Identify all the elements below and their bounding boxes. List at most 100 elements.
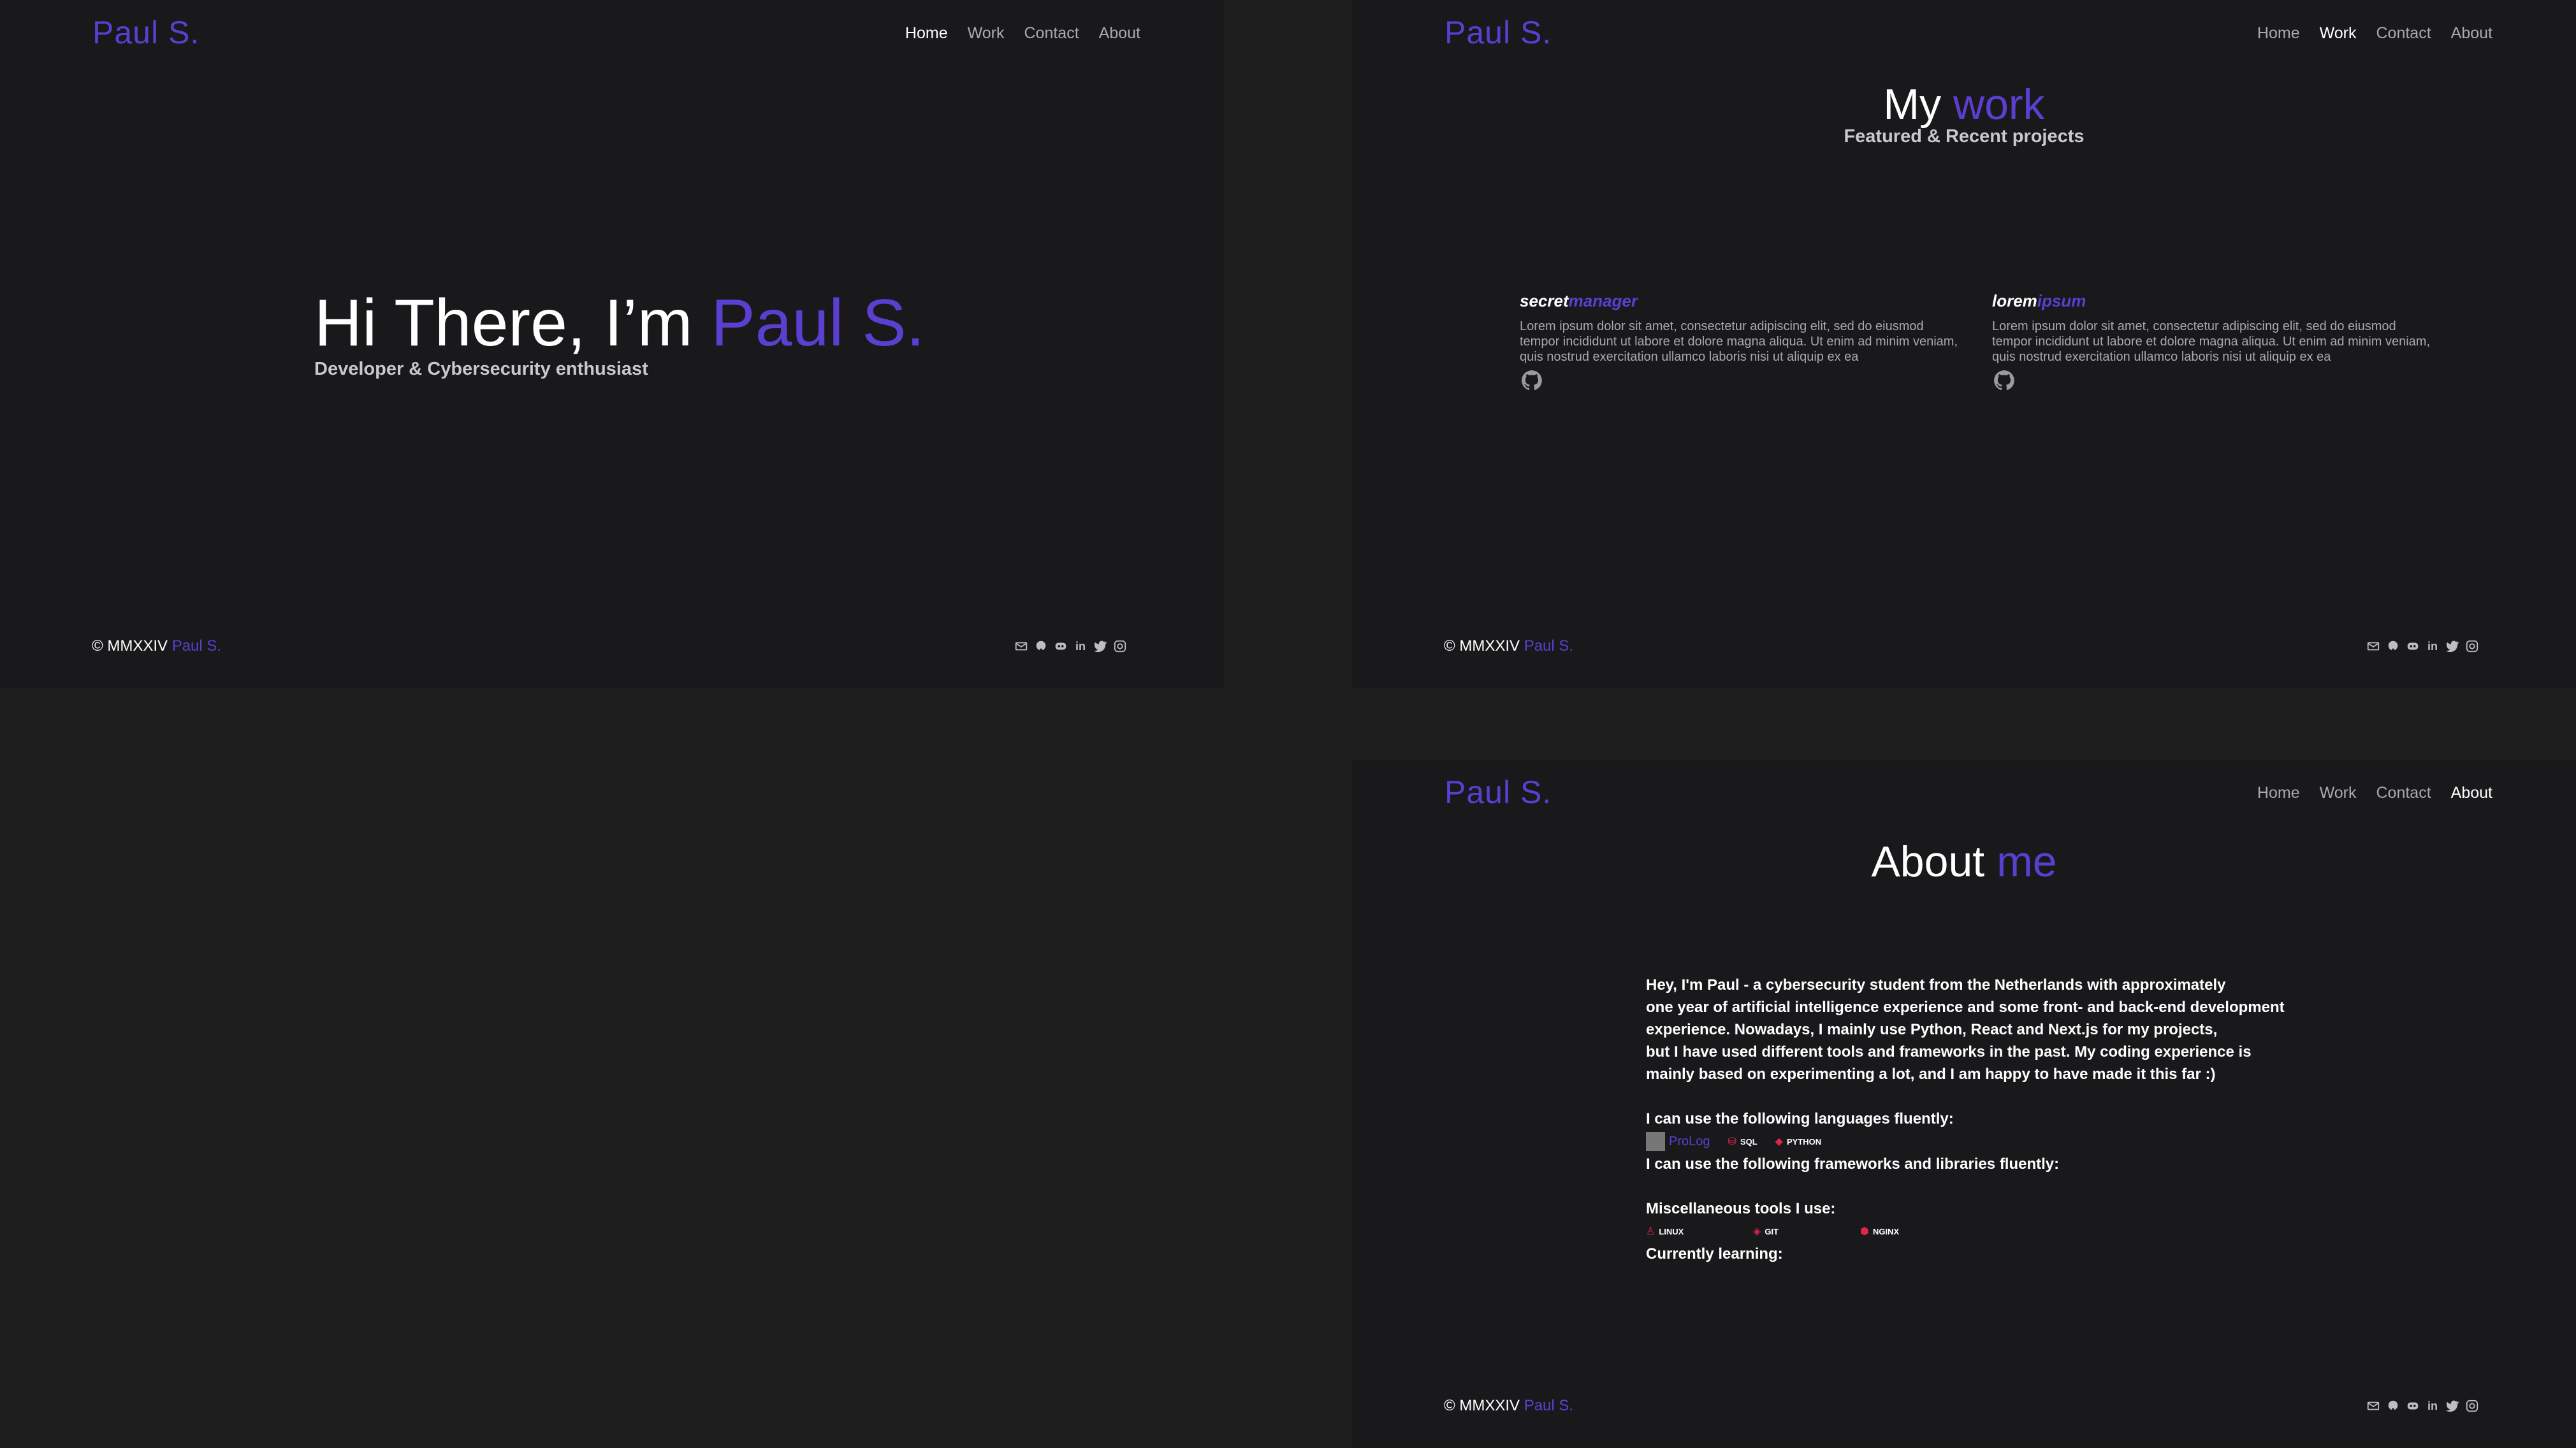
badge-label: LINUX	[1659, 1226, 1684, 1236]
bio-line: mainly based on experimenting a lot, and…	[1646, 1066, 2216, 1083]
languages-heading: I can use the following languages fluent…	[1646, 1110, 1954, 1127]
twitter-icon[interactable]	[2445, 639, 2459, 653]
learning-heading: Currently learning:	[1646, 1245, 1783, 1263]
nav-home[interactable]: Home	[2257, 784, 2300, 802]
nav-home[interactable]: Home	[905, 24, 948, 43]
bio-line: one year of artificial intelligence expe…	[1646, 999, 2285, 1016]
work-title: My work	[1352, 80, 2576, 129]
about-title: About me	[1352, 837, 2576, 886]
work-subtitle: Featured & Recent projects	[1844, 126, 2085, 147]
nav-about[interactable]: About	[1099, 24, 1140, 43]
linux-icon: ♙	[1646, 1226, 1655, 1237]
home-page-panel: Paul S. Home Work Contact About Hi There…	[0, 0, 1224, 688]
about-header: About me	[1352, 837, 2576, 886]
tool-badge: ⬢ NGINX	[1860, 1220, 1899, 1243]
discord-icon[interactable]	[2406, 639, 2420, 653]
badge-label: PYTHON	[1786, 1136, 1822, 1147]
about-page-panel: Paul S. Home Work Contact About About me…	[1352, 760, 2576, 1448]
about-title-prefix: About	[1871, 837, 1985, 886]
hero-prefix: Hi There, I’m	[314, 286, 693, 360]
badge-label: NGINX	[1872, 1226, 1900, 1236]
nav-work[interactable]: Work	[2320, 24, 2357, 43]
badge-label: SQL	[1740, 1136, 1757, 1147]
language-badge: ◆ PYTHON	[1775, 1131, 1821, 1153]
project-title[interactable]: secretmanager	[1520, 291, 1960, 311]
github-icon[interactable]	[2386, 639, 2400, 653]
project-title-accent: manager	[1568, 291, 1638, 310]
project-title[interactable]: loremipsum	[1992, 291, 2432, 311]
social-links: in	[2366, 1399, 2479, 1413]
nav-work[interactable]: Work	[968, 24, 1005, 43]
project-card: loremipsum Lorem ipsum dolor sit amet, c…	[1992, 291, 2432, 393]
work-page-panel: Paul S. Home Work Contact About My work …	[1352, 0, 2576, 688]
languages-badges: ProLog ⛁ SQL ◆ PYTHON	[1646, 1130, 2334, 1153]
linkedin-icon[interactable]: in	[2426, 639, 2440, 653]
linkedin-icon[interactable]: in	[1073, 639, 1088, 653]
twitter-icon[interactable]	[2445, 1399, 2459, 1413]
language-badge: ProLog	[1646, 1131, 1710, 1153]
about-content: Hey, I'm Paul - a cybersecurity student …	[1646, 974, 2334, 1265]
nginx-icon: ⬢	[1860, 1226, 1869, 1237]
main-nav: Home Work Contact About	[2257, 24, 2492, 43]
hero-title: Hi There, I’m Paul S.	[314, 287, 925, 360]
project-card: secretmanager Lorem ipsum dolor sit amet…	[1520, 291, 1960, 393]
discord-icon[interactable]	[1054, 639, 1068, 653]
social-links: in	[1014, 639, 1127, 653]
mail-icon[interactable]	[2366, 639, 2380, 653]
github-icon[interactable]	[1992, 368, 2016, 393]
work-title-prefix: My	[1883, 80, 1942, 129]
project-description: Lorem ipsum dolor sit amet, consectetur …	[1520, 319, 1958, 364]
nav-work[interactable]: Work	[2320, 784, 2357, 802]
hero-subtitle: Developer & Cybersecurity enthusiast	[314, 359, 648, 379]
brand-logo[interactable]: Paul S.	[1444, 774, 1552, 811]
hero: Hi There, I’m Paul S. Developer & Cybers…	[314, 287, 925, 380]
project-title-part: secret	[1520, 291, 1569, 310]
frameworks-heading: I can use the following frameworks and l…	[1646, 1155, 2060, 1173]
tools-heading: Miscellaneous tools I use:	[1646, 1200, 1836, 1217]
prolog-icon	[1646, 1132, 1665, 1151]
github-icon[interactable]	[1034, 639, 1048, 653]
instagram-icon[interactable]	[2465, 1399, 2479, 1413]
tools-badges: ♙ LINUX ◈ GIT ⬢ NGINX	[1646, 1220, 2334, 1243]
discord-icon[interactable]	[2406, 1399, 2420, 1413]
mail-icon[interactable]	[1014, 639, 1028, 653]
nav-home[interactable]: Home	[2257, 24, 2300, 43]
tool-badge: ◈ GIT	[1753, 1220, 1842, 1243]
nav-about[interactable]: About	[2451, 784, 2492, 802]
instagram-icon[interactable]	[2465, 639, 2479, 653]
linkedin-icon[interactable]: in	[2426, 1399, 2440, 1413]
mail-icon[interactable]	[2366, 1399, 2380, 1413]
github-icon[interactable]	[1520, 368, 1544, 393]
bio-line: Hey, I'm Paul - a cybersecurity student …	[1646, 976, 2226, 994]
brand-logo[interactable]: Paul S.	[1444, 14, 1552, 51]
hero-name: Paul S.	[711, 286, 925, 360]
copyright-name: Paul S.	[1524, 637, 1574, 655]
bio-line: experience. Nowadays, I mainly use Pytho…	[1646, 1021, 2218, 1038]
work-title-accent: work	[1953, 80, 2045, 129]
language-badge: ⛁ SQL	[1728, 1131, 1757, 1153]
instagram-icon[interactable]	[1113, 639, 1127, 653]
main-nav: Home Work Contact About	[905, 24, 1140, 43]
main-nav: Home Work Contact About	[2257, 784, 2492, 802]
nav-contact[interactable]: Contact	[2376, 784, 2431, 802]
copyright-text: © MMXXIV	[1444, 1397, 1520, 1414]
project-description: Lorem ipsum dolor sit amet, consectetur …	[1992, 319, 2431, 364]
social-links: in	[2366, 639, 2479, 653]
twitter-icon[interactable]	[1093, 639, 1107, 653]
nav-contact[interactable]: Contact	[2376, 24, 2431, 43]
badge-label: GIT	[1765, 1226, 1779, 1236]
database-icon: ⛁	[1728, 1136, 1736, 1147]
copyright-name: Paul S.	[171, 637, 222, 655]
footer-copyright: © MMXXIV Paul S.	[92, 637, 221, 655]
work-header: My work Featured & Recent projects	[1352, 80, 2576, 147]
nav-contact[interactable]: Contact	[1024, 24, 1079, 43]
bio-line: but I have used different tools and fram…	[1646, 1043, 2252, 1061]
nav-about[interactable]: About	[2451, 24, 2492, 43]
github-icon[interactable]	[2386, 1399, 2400, 1413]
python-icon: ◆	[1775, 1136, 1783, 1147]
badge-label: ProLog	[1669, 1134, 1710, 1148]
copyright-name: Paul S.	[1524, 1397, 1574, 1414]
project-title-part: lorem	[1992, 291, 2037, 310]
brand-logo[interactable]: Paul S.	[92, 14, 200, 51]
tool-badge: ♙ LINUX	[1646, 1220, 1735, 1243]
